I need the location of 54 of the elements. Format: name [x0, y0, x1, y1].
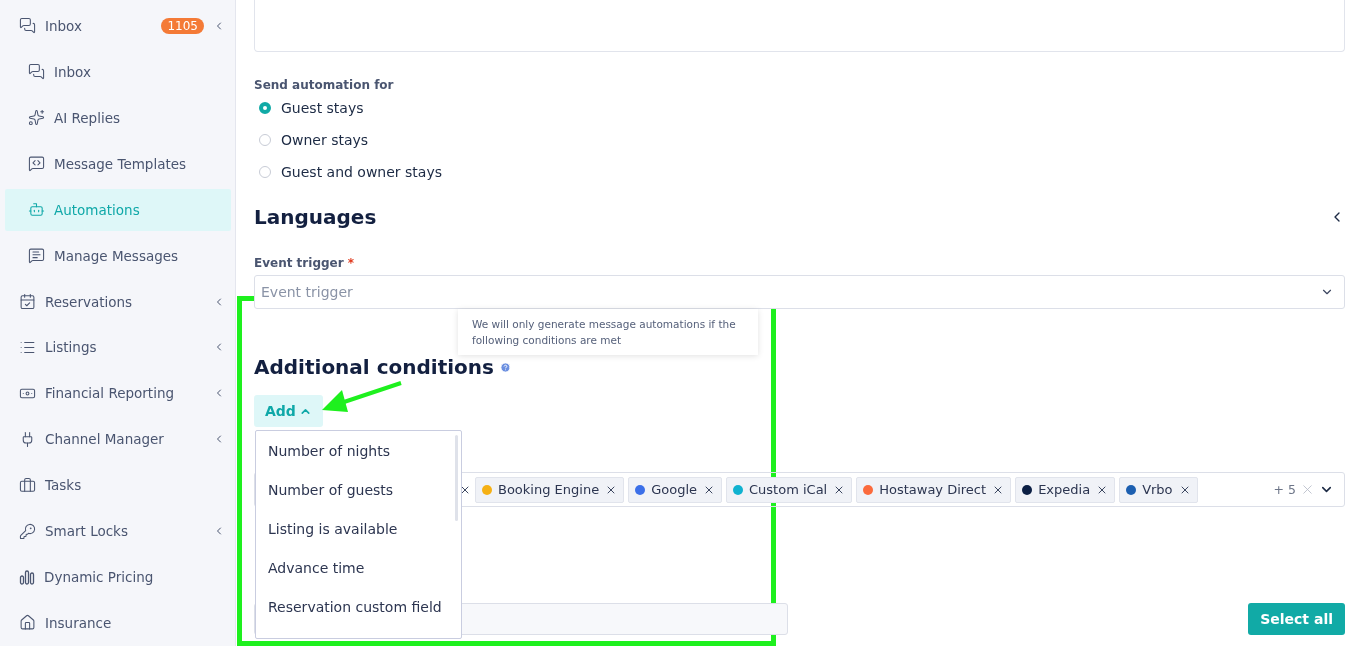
channel-tag: Google: [628, 476, 722, 503]
sidebar-item[interactable]: Channel Manager: [5, 416, 231, 463]
radio-button[interactable]: [259, 134, 271, 146]
sidebar-subitem[interactable]: Inbox: [5, 48, 231, 95]
section-title: Additional conditions: [254, 355, 494, 379]
menu-item[interactable]: Number of nights: [256, 431, 461, 470]
radio-option[interactable]: Guest and owner stays: [254, 156, 442, 188]
tooltip: We will only generate message automations if the following conditions are met: [458, 309, 758, 355]
field-label: Event trigger *: [254, 256, 356, 270]
sidebar-item[interactable]: Smart Locks: [5, 508, 231, 555]
radio-option[interactable]: Owner stays: [254, 124, 369, 156]
sidebar-subitem[interactable]: Manage Messages: [5, 232, 231, 279]
sidebar-item[interactable]: Dynamic Pricing: [5, 554, 231, 600]
briefcase-icon: [19, 476, 36, 494]
radio-label: Guest stays: [281, 100, 364, 116]
robot-icon: [28, 201, 45, 219]
code-message-icon: [28, 155, 45, 173]
help-icon[interactable]: [500, 361, 511, 373]
sidebar-item[interactable]: Financial Reporting: [5, 370, 231, 417]
house-icon: [19, 614, 36, 632]
bar-chart-icon: [19, 569, 35, 586]
radio-option[interactable]: Guest stays: [254, 92, 364, 124]
channel-tag: Hostaway Direct: [856, 476, 1012, 503]
count-badge: 1105: [161, 17, 204, 34]
sidebar-item[interactable]: Inbox 1105: [5, 3, 231, 49]
sidebar-item[interactable]: Reservations: [5, 278, 231, 325]
radio-button[interactable]: [259, 102, 271, 114]
sidebar-item[interactable]: Tasks: [5, 462, 231, 509]
sidebar-subitem[interactable]: AI Replies: [5, 94, 231, 141]
sidebar-item[interactable]: Listings: [5, 324, 231, 371]
required-mark: *: [347, 256, 355, 270]
radio-label: Guest and owner stays: [281, 164, 442, 180]
chat-bubbles-icon: [28, 63, 45, 81]
radio-label: Owner stays: [281, 132, 369, 148]
channel-tag: Booking Engine: [475, 476, 625, 503]
sparkles-icon: [28, 109, 45, 127]
chat-bubbles-icon: [19, 17, 36, 35]
more-count: + 5: [1273, 482, 1296, 497]
menu-item[interactable]: Reservation custom field: [256, 587, 461, 626]
sidebar-subitem[interactable]: Message Templates: [5, 140, 231, 187]
key-icon: [19, 522, 36, 540]
calendar-check-icon: [19, 293, 36, 310]
section-title: Languages: [254, 205, 377, 229]
menu-item[interactable]: Advance time: [256, 548, 461, 587]
channel-tag: Vrbo: [1119, 476, 1198, 503]
menu-item[interactable]: Number of guests: [256, 470, 461, 509]
message-text-icon: [28, 247, 45, 265]
field-label: Send automation for: [254, 78, 395, 92]
channel-tag: Custom iCal: [726, 476, 853, 503]
menu-item[interactable]: Listing is available: [256, 509, 461, 548]
radio-button[interactable]: [259, 166, 271, 178]
channel-tag: Expedia: [1015, 476, 1116, 503]
sidebar-item[interactable]: Insurance: [5, 600, 231, 646]
scrollbar[interactable]: [455, 435, 458, 521]
